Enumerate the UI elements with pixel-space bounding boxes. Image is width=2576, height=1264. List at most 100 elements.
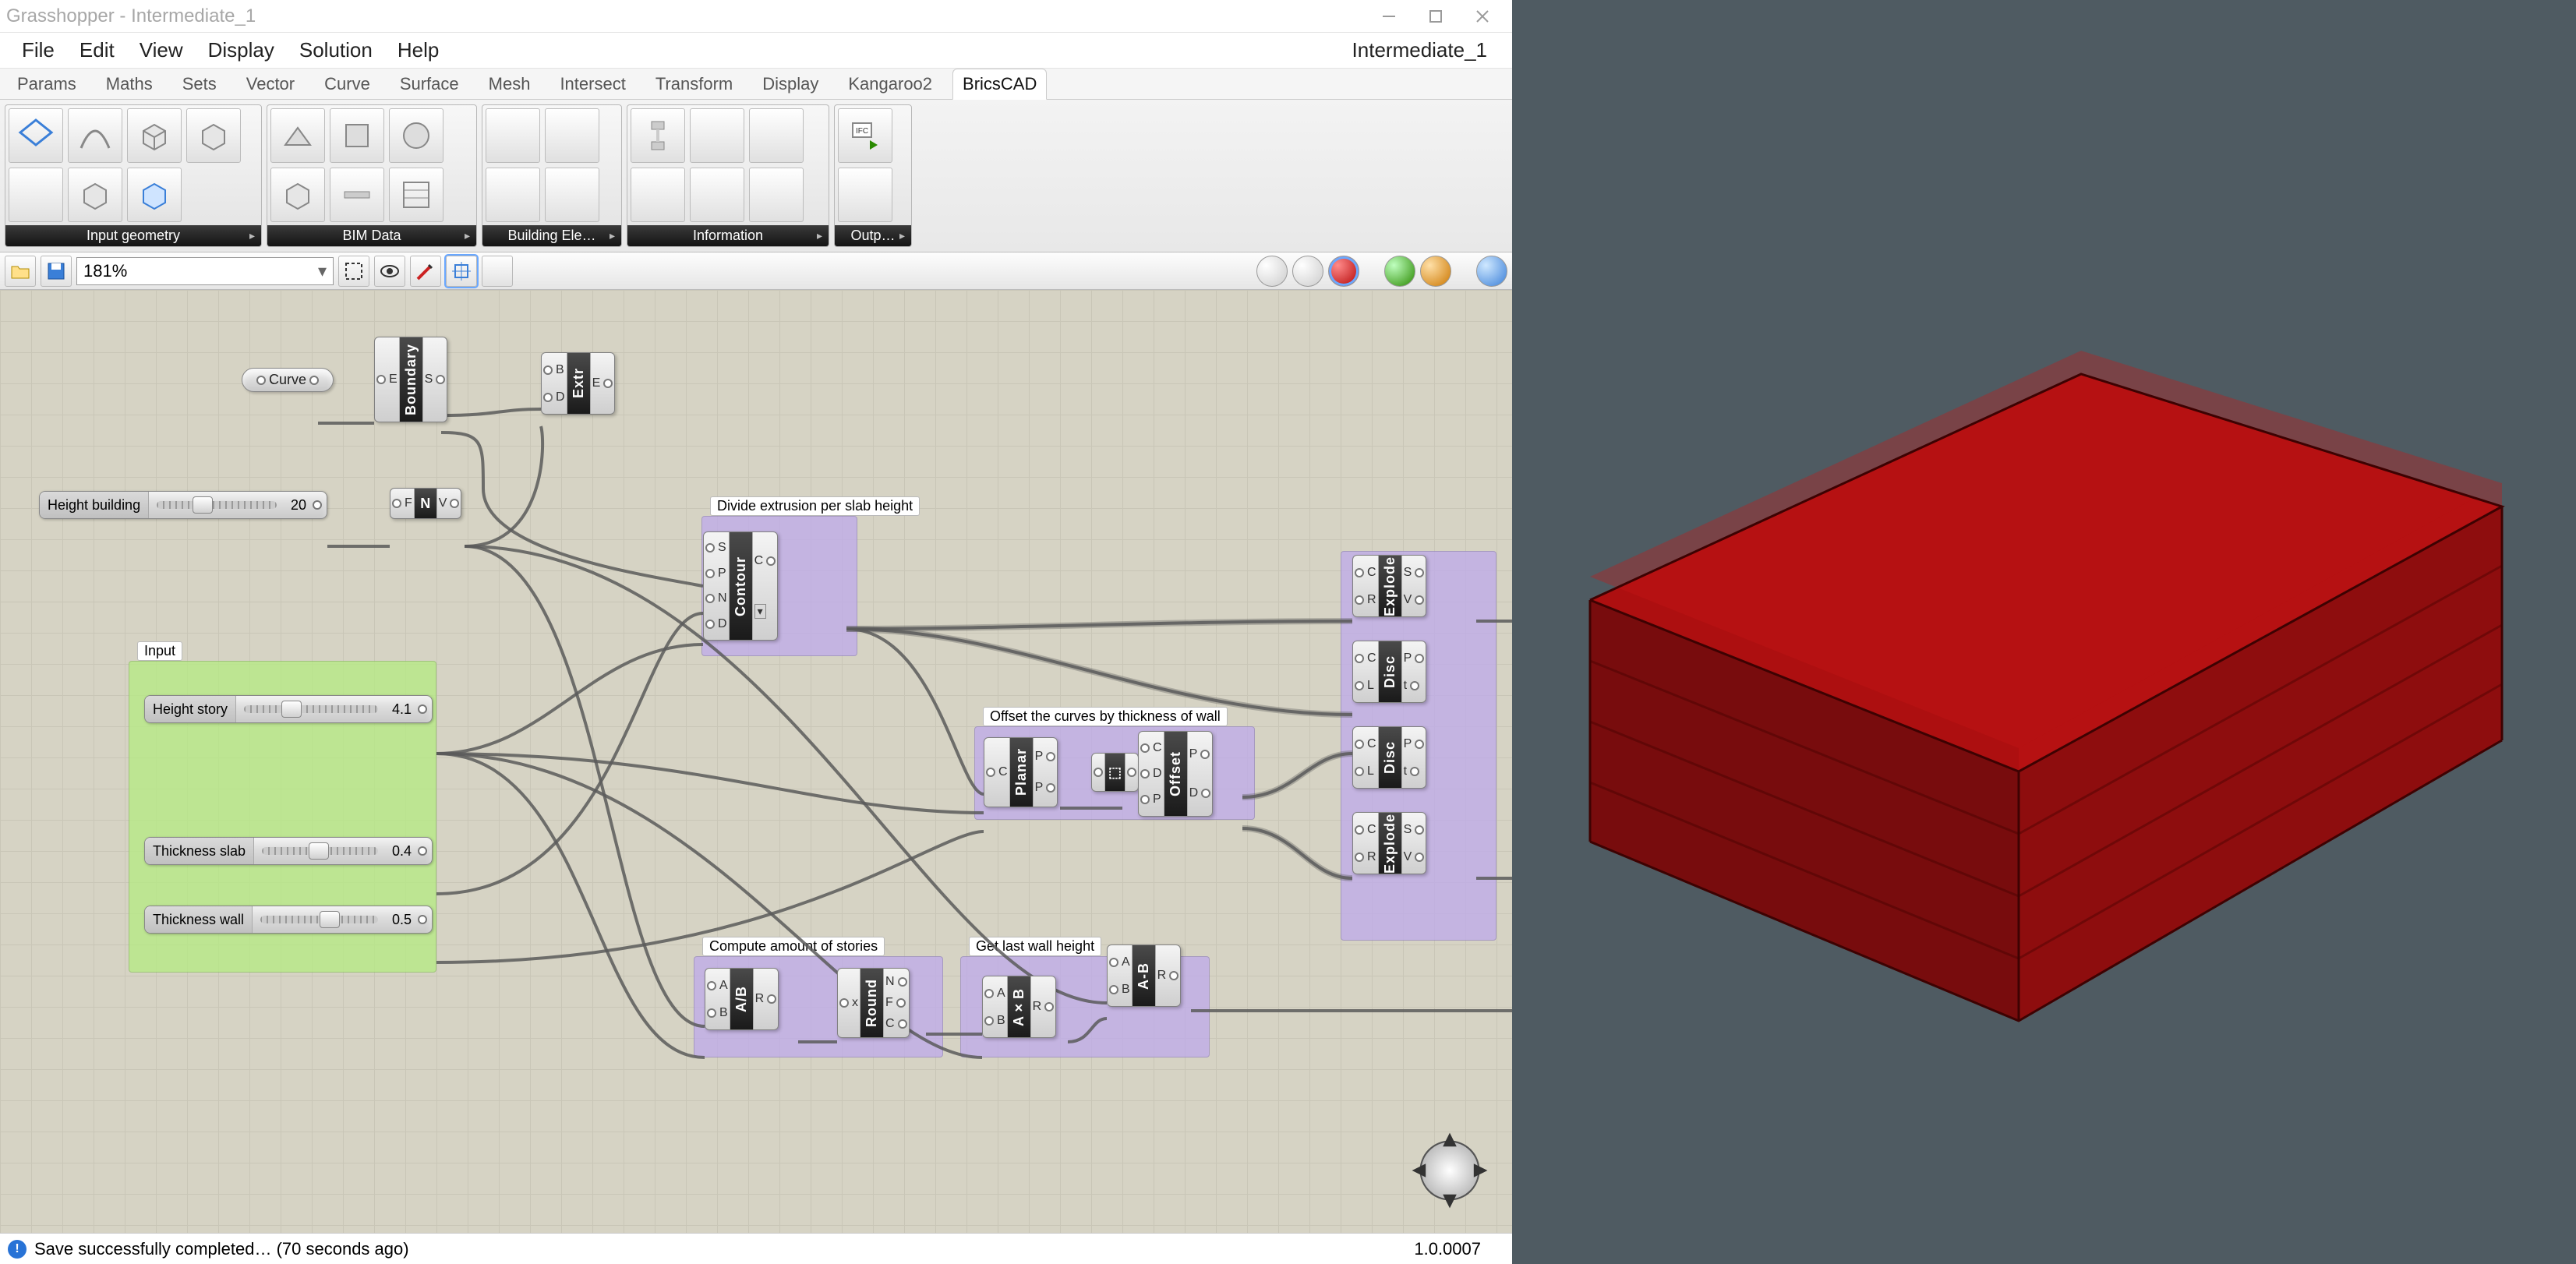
category-tabstrip: Params Maths Sets Vector Curve Surface M…: [0, 69, 1512, 100]
component-explode-1[interactable]: CR Explode SV: [1352, 555, 1426, 617]
ribbon-btn-point-param[interactable]: [9, 108, 63, 163]
ribbon-btn-ifc-export[interactable]: IFC: [838, 108, 892, 163]
open-file-button[interactable]: [5, 256, 36, 287]
component-division[interactable]: AB A/B R: [705, 968, 779, 1030]
zoom-extents-button[interactable]: [338, 256, 369, 287]
model-viewport[interactable]: [1512, 0, 2576, 1264]
tab-kangaroo2[interactable]: Kangaroo2: [839, 69, 942, 99]
ribbon-btn-info-f[interactable]: [749, 168, 804, 222]
component-negate-label: N: [420, 496, 430, 512]
ribbon-btn-info-d[interactable]: [631, 168, 685, 222]
ribbon-btn-bim-info[interactable]: [270, 168, 325, 222]
ribbon-group-building-elements[interactable]: Building Ele…: [482, 225, 621, 246]
ribbon-btn-mesh-param[interactable]: [68, 168, 122, 222]
ribbon-btn-out-settings[interactable]: [838, 168, 892, 222]
component-planar-label: Planar: [1013, 748, 1030, 796]
ribbon-btn-curve-param[interactable]: [68, 108, 122, 163]
component-subtract[interactable]: AB A-B R: [1107, 944, 1181, 1007]
tab-mesh[interactable]: Mesh: [479, 69, 540, 99]
ribbon-btn-geom-param[interactable]: [127, 168, 182, 222]
preview-selected[interactable]: [1384, 256, 1415, 287]
component-disc-2[interactable]: CL Disc Pt: [1352, 726, 1426, 789]
slider-thickness-slab-label: Thickness slab: [145, 838, 254, 864]
component-boundary[interactable]: E Boundary S: [374, 337, 447, 422]
ribbon-btn-bim-profile[interactable]: [330, 168, 384, 222]
cluster-button[interactable]: [482, 256, 513, 287]
tab-sets[interactable]: Sets: [173, 69, 226, 99]
menu-display[interactable]: Display: [196, 34, 287, 67]
component-extrude[interactable]: B D Extr E: [541, 352, 615, 415]
ribbon-btn-bim-filter[interactable]: [389, 108, 443, 163]
ribbon-group-output[interactable]: Outp…: [835, 225, 911, 246]
slider-height-building[interactable]: Height building 20: [39, 491, 327, 519]
ribbon-btn-bim-set[interactable]: [330, 108, 384, 163]
slider-height-story[interactable]: Height story 4.1: [144, 695, 433, 723]
ribbon-btn-bld-c[interactable]: [486, 168, 540, 222]
slider-height-building-value: 20: [284, 497, 313, 514]
canvas-compass-icon[interactable]: [1407, 1128, 1493, 1213]
component-relay[interactable]: ⬚: [1091, 753, 1139, 792]
zoom-combobox[interactable]: 181%: [76, 257, 334, 285]
save-file-button[interactable]: [41, 256, 72, 287]
component-explode-2-label: Explode: [1382, 814, 1398, 874]
display-mode-shaded[interactable]: [1328, 256, 1359, 287]
window-minimize-button[interactable]: [1366, 0, 1412, 33]
component-offset[interactable]: C D P Offset P D: [1138, 731, 1213, 817]
component-disc-1[interactable]: CL Disc Pt: [1352, 641, 1426, 703]
tab-intersect[interactable]: Intersect: [550, 69, 634, 99]
menu-edit[interactable]: Edit: [67, 34, 127, 67]
ribbon-btn-empty1[interactable]: [9, 168, 63, 222]
ribbon-btn-info-c[interactable]: [749, 108, 804, 163]
slider-thickness-wall[interactable]: Thickness wall 0.5: [144, 906, 433, 934]
ribbon-btn-surf-param[interactable]: [186, 108, 241, 163]
tab-display[interactable]: Display: [753, 69, 828, 99]
ribbon-btn-bld-b[interactable]: [545, 108, 599, 163]
tab-bricscad[interactable]: BricsCAD: [952, 69, 1047, 100]
canvas-viewport[interactable]: Input Divide extrusion per slab height O…: [0, 290, 1512, 1233]
component-boundary-label: Boundary: [403, 344, 419, 415]
component-multiply[interactable]: AB A×B R: [982, 976, 1056, 1038]
tab-maths[interactable]: Maths: [97, 69, 162, 99]
ribbon-btn-info-b[interactable]: [690, 108, 744, 163]
preview-toggle-button[interactable]: [374, 256, 405, 287]
preview-mesh-settings[interactable]: [1420, 256, 1451, 287]
tab-vector[interactable]: Vector: [237, 69, 304, 99]
sketch-button[interactable]: [410, 256, 441, 287]
menu-solution[interactable]: Solution: [287, 34, 385, 67]
ribbon-btn-bld-a[interactable]: [486, 108, 540, 163]
port-out[interactable]: [309, 376, 319, 385]
document-preview-toggle[interactable]: [1476, 256, 1507, 287]
tab-transform[interactable]: Transform: [646, 69, 742, 99]
ribbon-group-information[interactable]: Information: [627, 225, 829, 246]
tab-curve[interactable]: Curve: [315, 69, 380, 99]
ribbon-btn-info-e[interactable]: [690, 168, 744, 222]
component-contour[interactable]: S P N D Contour C▾: [703, 531, 778, 641]
display-mode-wire[interactable]: [1256, 256, 1288, 287]
window-close-button[interactable]: [1459, 0, 1506, 33]
ribbon-btn-info-a[interactable]: [631, 108, 685, 163]
slider-height-building-label: Height building: [40, 492, 149, 518]
named-views-button[interactable]: [446, 256, 477, 287]
port-in[interactable]: [256, 376, 266, 385]
menu-view[interactable]: View: [127, 34, 196, 67]
component-explode-1-label: Explode: [1382, 556, 1398, 616]
component-explode-2[interactable]: CR Explode SV: [1352, 812, 1426, 874]
component-negate[interactable]: F N V: [390, 488, 461, 519]
ribbon-btn-bim-get[interactable]: [270, 108, 325, 163]
component-round-label: Round: [864, 979, 880, 1027]
component-planar[interactable]: C Planar P P: [984, 737, 1058, 807]
ribbon-group-bim-data[interactable]: BIM Data: [267, 225, 476, 246]
window-maximize-button[interactable]: [1412, 0, 1459, 33]
ribbon-btn-brep-param[interactable]: [127, 108, 182, 163]
ribbon-btn-bim-table[interactable]: [389, 168, 443, 222]
component-round[interactable]: x Round NFC: [837, 968, 910, 1038]
slider-thickness-slab[interactable]: Thickness slab 0.4: [144, 837, 433, 865]
menu-file[interactable]: File: [9, 34, 67, 67]
menu-help[interactable]: Help: [385, 34, 451, 67]
param-curve[interactable]: Curve: [242, 368, 334, 392]
ribbon-group-input-geometry[interactable]: Input geometry: [5, 225, 261, 246]
tab-surface[interactable]: Surface: [390, 69, 468, 99]
tab-params[interactable]: Params: [8, 69, 86, 99]
ribbon-btn-bld-d[interactable]: [545, 168, 599, 222]
display-mode-ghost[interactable]: [1292, 256, 1323, 287]
